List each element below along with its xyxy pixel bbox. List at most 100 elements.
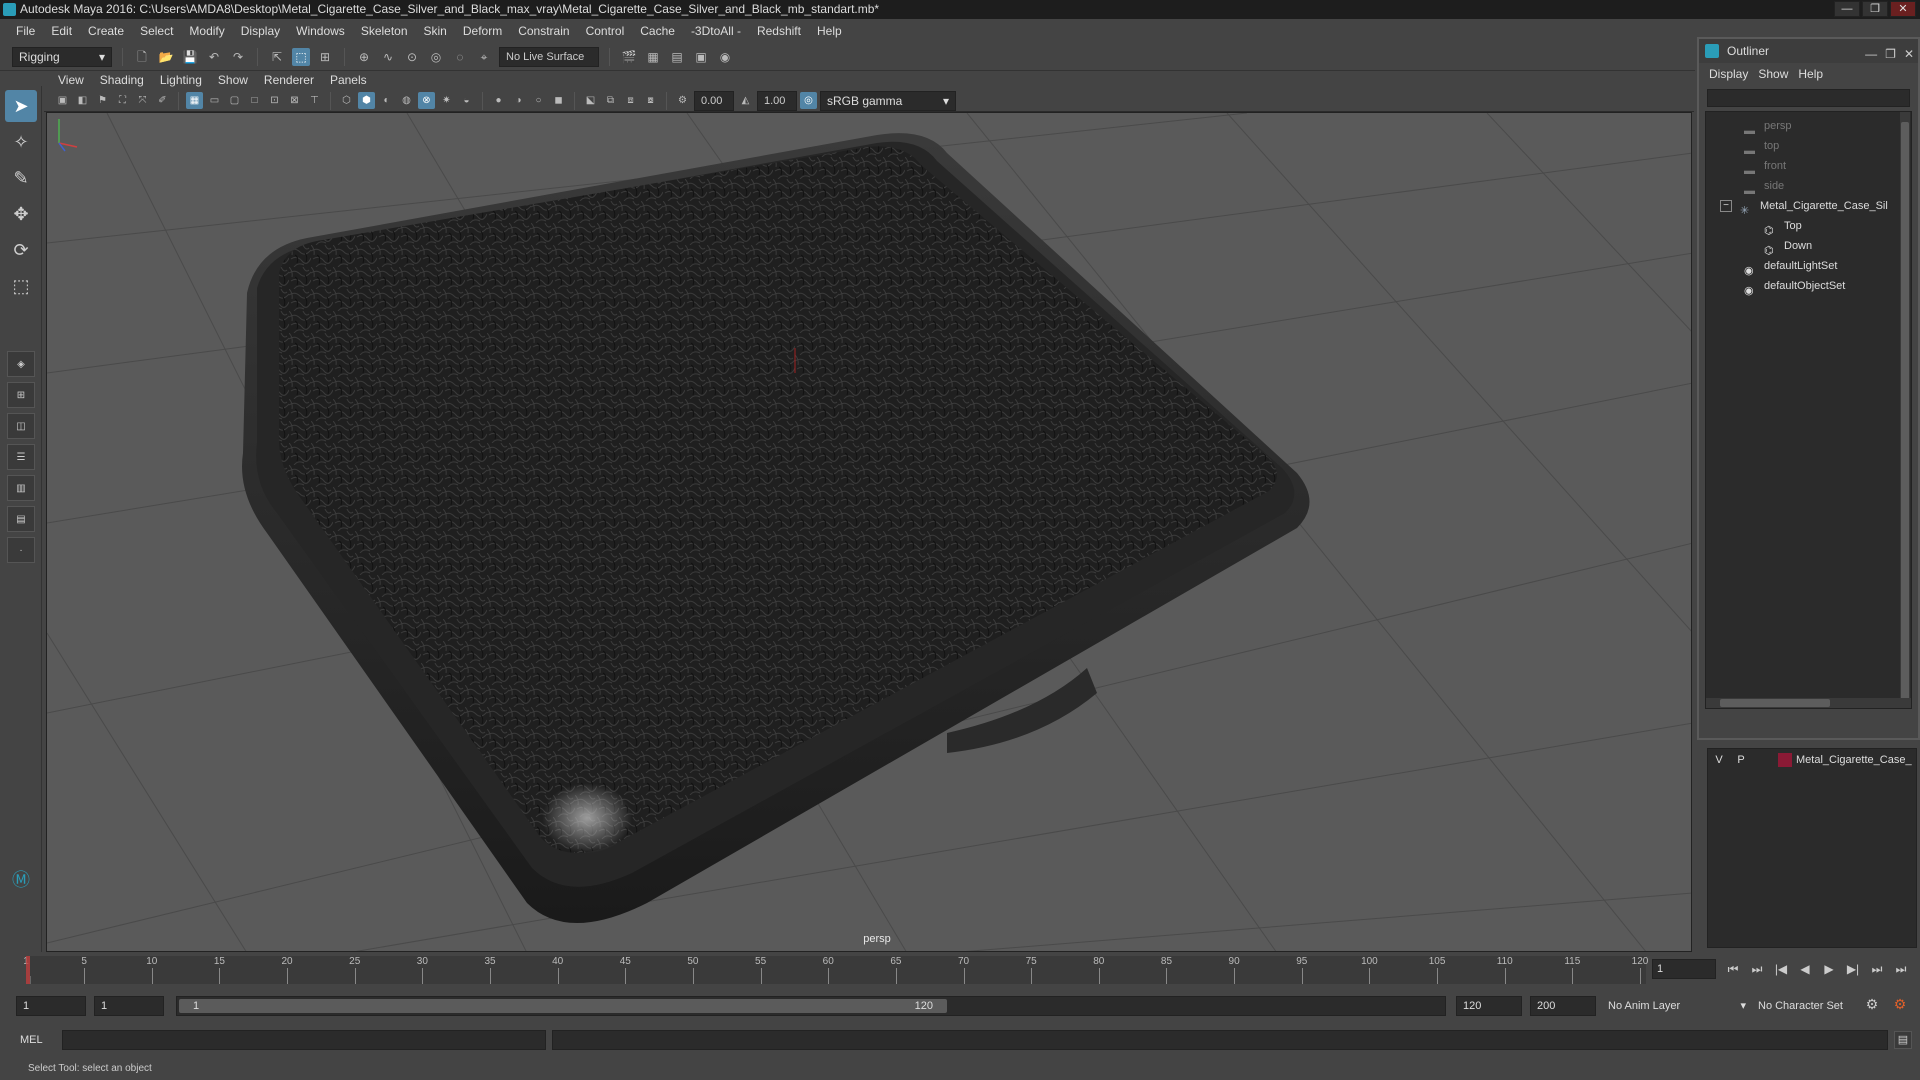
- redo-icon[interactable]: ↷: [229, 48, 247, 66]
- snap-curve-icon[interactable]: ∿: [379, 48, 397, 66]
- menu-skeleton[interactable]: Skeleton: [353, 19, 416, 43]
- scale-tool-icon[interactable]: ⬚: [5, 270, 37, 302]
- panel-menu-renderer[interactable]: Renderer: [256, 71, 322, 90]
- outliner-maximize-button[interactable]: ❐: [1885, 42, 1896, 66]
- smooth-shade-icon[interactable]: ⬢: [358, 92, 375, 109]
- camera-select-icon[interactable]: ▣: [54, 92, 71, 109]
- textured-icon[interactable]: ⊗: [418, 92, 435, 109]
- snap-surface-icon[interactable]: ◌: [451, 48, 469, 66]
- current-time-indicator[interactable]: [26, 956, 30, 984]
- anti-aliasing-icon[interactable]: ○: [530, 92, 547, 109]
- menu-redshift[interactable]: Redshift: [749, 19, 809, 43]
- menu-select[interactable]: Select: [132, 19, 181, 43]
- menu-modify[interactable]: Modify: [181, 19, 232, 43]
- wireframe-on-shaded-icon[interactable]: ◍: [398, 92, 415, 109]
- step-back-key-icon[interactable]: ⏭: [1750, 962, 1764, 977]
- outliner-menu-show[interactable]: Show: [1758, 63, 1798, 85]
- snap-grid-icon[interactable]: ⊕: [355, 48, 373, 66]
- step-forward-frame-icon[interactable]: ▶|: [1846, 962, 1860, 976]
- outliner-minimize-button[interactable]: —: [1865, 42, 1877, 66]
- select-object-icon[interactable]: ⬚: [292, 47, 310, 66]
- xray-joints-icon[interactable]: ⧈: [622, 92, 639, 109]
- outliner-layout-icon[interactable]: ☰: [7, 444, 35, 470]
- select-component-icon[interactable]: ⊞: [316, 48, 334, 66]
- gamma-icon[interactable]: ◭: [737, 92, 754, 109]
- outliner-node-persp[interactable]: ▬ persp: [1744, 116, 1792, 137]
- live-surface-field[interactable]: No Live Surface: [499, 46, 599, 67]
- scrollbar-thumb[interactable]: [1901, 122, 1909, 702]
- outliner-node-default-object-set[interactable]: ◉ defaultObjectSet: [1744, 276, 1845, 297]
- view-transform-dropdown[interactable]: sRGB gamma ▾: [820, 90, 956, 111]
- image-plane-icon[interactable]: ⛶: [114, 92, 131, 109]
- outliner-menu-display[interactable]: Display: [1709, 63, 1758, 85]
- menu-windows[interactable]: Windows: [288, 19, 353, 43]
- outliner-node-default-light-set[interactable]: ◉ defaultLightSet: [1744, 256, 1837, 277]
- menu-set-dropdown[interactable]: Rigging ▾: [12, 46, 112, 67]
- layer-color-swatch[interactable]: [1778, 753, 1792, 767]
- menu-constrain[interactable]: Constrain: [510, 19, 577, 43]
- character-set-dropdown[interactable]: No Character Set: [1754, 996, 1870, 1016]
- motion-blur-icon[interactable]: ◑: [510, 92, 527, 109]
- color-management-icon[interactable]: ◎: [800, 92, 817, 109]
- open-scene-icon[interactable]: 📂: [157, 48, 175, 66]
- command-input[interactable]: [62, 1030, 546, 1050]
- node-layout-icon[interactable]: ▤: [7, 506, 35, 532]
- range-bar[interactable]: 1 120: [176, 996, 1446, 1016]
- outliner-node-group[interactable]: − ✳ Metal_Cigarette_Case_Sil: [1720, 196, 1888, 217]
- range-thumb[interactable]: 1 120: [179, 999, 947, 1013]
- outliner-node-top-mesh[interactable]: ⌬ Top: [1764, 216, 1802, 237]
- gamma-field[interactable]: 1.00: [757, 90, 797, 111]
- script-editor-icon[interactable]: ▤: [1894, 1031, 1912, 1049]
- snap-vertex-icon[interactable]: ⌖: [475, 48, 493, 66]
- menu-cache[interactable]: Cache: [632, 19, 683, 43]
- camera-attributes-icon[interactable]: ◧: [74, 92, 91, 109]
- menu-deform[interactable]: Deform: [455, 19, 510, 43]
- panel-menu-shading[interactable]: Shading: [92, 71, 152, 90]
- render-settings-icon[interactable]: ▤: [668, 48, 686, 66]
- animation-start-field[interactable]: 1: [16, 996, 86, 1016]
- playback-start-field[interactable]: 1: [94, 996, 164, 1016]
- outliner-close-button[interactable]: ✕: [1904, 42, 1914, 66]
- xray-active-icon[interactable]: ⧇: [642, 92, 659, 109]
- depth-of-field-icon[interactable]: ◼: [550, 92, 567, 109]
- 2d-pan-zoom-icon[interactable]: ⤧: [134, 92, 151, 109]
- auto-key-icon[interactable]: ⚙: [1862, 996, 1882, 1013]
- collapse-icon[interactable]: −: [1720, 200, 1732, 213]
- grid-toggle-icon[interactable]: ▦: [186, 92, 203, 109]
- undo-icon[interactable]: ↶: [205, 48, 223, 66]
- animation-end-field[interactable]: 200: [1530, 996, 1596, 1016]
- menu-create[interactable]: Create: [80, 19, 132, 43]
- bookmark-icon[interactable]: ⚑: [94, 92, 111, 109]
- script-language-toggle[interactable]: MEL: [20, 1031, 43, 1049]
- four-pane-layout-icon[interactable]: ⊞: [7, 382, 35, 408]
- animation-preferences-icon[interactable]: ⚙: [1890, 996, 1910, 1013]
- shadows-icon[interactable]: ◒: [458, 92, 475, 109]
- outliner-vertical-scrollbar[interactable]: [1900, 112, 1910, 708]
- resolution-gate-icon[interactable]: ▢: [226, 92, 243, 109]
- go-to-end-icon[interactable]: ⏭: [1894, 962, 1908, 977]
- menu-edit[interactable]: Edit: [43, 19, 80, 43]
- menu-3dtoall[interactable]: -3DtoAll -: [683, 19, 749, 43]
- menu-control[interactable]: Control: [578, 19, 633, 43]
- current-frame-field[interactable]: 1: [1652, 959, 1716, 979]
- more-layouts-icon[interactable]: ·: [7, 537, 35, 563]
- outliner-node-top[interactable]: ▬ top: [1744, 136, 1779, 157]
- menu-display[interactable]: Display: [233, 19, 288, 43]
- new-scene-icon[interactable]: 🗋: [133, 48, 151, 66]
- panel-menu-view[interactable]: View: [50, 71, 92, 90]
- ambient-occlusion-icon[interactable]: ●: [490, 92, 507, 109]
- save-scene-icon[interactable]: 💾: [181, 48, 199, 66]
- safe-action-icon[interactable]: ⊠: [286, 92, 303, 109]
- film-gate-icon[interactable]: ▭: [206, 92, 223, 109]
- layer-row[interactable]: V P Metal_Cigarette_Case_: [1708, 749, 1916, 771]
- paint-select-tool-icon[interactable]: ✎: [5, 162, 37, 194]
- menu-file[interactable]: File: [8, 19, 43, 43]
- panel-menu-panels[interactable]: Panels: [322, 71, 375, 90]
- select-tool-icon[interactable]: ➤: [5, 90, 37, 122]
- outliner-horizontal-scrollbar[interactable]: [1706, 698, 1911, 708]
- play-forwards-icon[interactable]: ▶: [1822, 962, 1836, 976]
- use-all-lights-icon[interactable]: ✷: [438, 92, 455, 109]
- panel-menu-lighting[interactable]: Lighting: [152, 71, 210, 90]
- menu-skin[interactable]: Skin: [416, 19, 455, 43]
- go-to-start-icon[interactable]: ⏮: [1726, 962, 1740, 977]
